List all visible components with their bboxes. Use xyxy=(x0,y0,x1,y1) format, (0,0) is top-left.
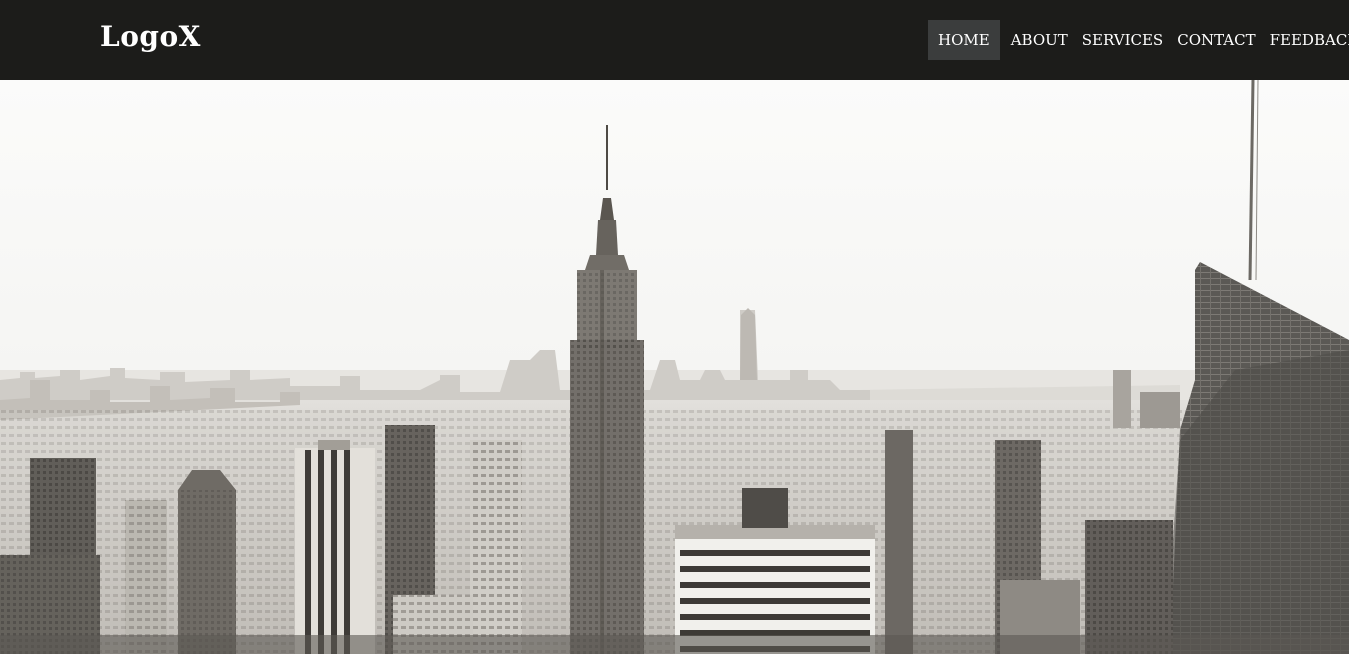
hero-banner xyxy=(0,80,1349,654)
nav-item-about[interactable]: ABOUT xyxy=(1004,20,1075,60)
nav-item-home[interactable]: HOME xyxy=(928,20,1000,60)
site-logo[interactable]: LogoX xyxy=(100,20,201,53)
nav-item-contact[interactable]: CONTACT xyxy=(1170,20,1262,60)
nav-item-feedback[interactable]: FEEDBACK xyxy=(1263,20,1349,60)
main-nav: HOME ABOUT SERVICES CONTACT FEEDBACK xyxy=(928,20,1349,60)
city-skyline-image xyxy=(0,80,1349,654)
nav-item-services[interactable]: SERVICES xyxy=(1075,20,1170,60)
top-navbar: LogoX HOME ABOUT SERVICES CONTACT FEEDBA… xyxy=(0,0,1349,80)
